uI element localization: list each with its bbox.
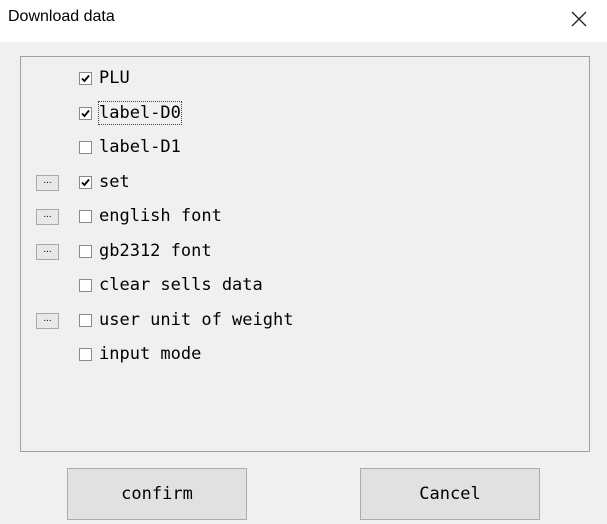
more-options-button[interactable]: ... — [36, 209, 59, 225]
option-label: set — [99, 171, 130, 192]
more-options-button[interactable]: ... — [36, 174, 59, 191]
option-checkbox[interactable] — [79, 279, 92, 292]
option-checkbox[interactable] — [79, 106, 92, 120]
list-item: ... english font — [21, 202, 581, 232]
option-checkbox[interactable] — [79, 141, 92, 154]
option-label: user unit of weight — [99, 309, 294, 330]
option-label: label-D1 — [99, 137, 181, 157]
list-item: PLU — [21, 64, 581, 94]
option-label: input mode — [99, 344, 202, 364]
option-label: label-D0 — [98, 100, 182, 125]
options-list: PLU label-D0 label-D1... set... english font… — [20, 56, 590, 452]
option-label: english font — [99, 206, 222, 226]
option-label: PLU — [99, 68, 130, 88]
option-checkbox[interactable] — [79, 348, 92, 361]
list-item: ... gb2312 font — [21, 237, 581, 267]
option-checkbox[interactable] — [79, 72, 92, 85]
list-item: clear sells data — [21, 271, 581, 301]
dialog-title: Download data — [8, 8, 115, 25]
list-item: ... set — [21, 168, 581, 198]
dialog-body: PLU label-D0 label-D1... set... english font… — [0, 42, 607, 524]
close-icon — [570, 10, 588, 33]
option-label: gb2312 font — [99, 240, 212, 261]
option-checkbox[interactable] — [79, 244, 92, 258]
cancel-button[interactable]: Cancel — [360, 468, 540, 520]
list-item: input mode — [21, 340, 581, 370]
confirm-button[interactable]: confirm — [67, 468, 247, 520]
list-item: label-D0 — [21, 99, 581, 129]
option-checkbox[interactable] — [79, 313, 92, 327]
option-checkbox[interactable] — [79, 175, 92, 189]
close-button[interactable] — [562, 4, 596, 38]
list-item: label-D1 — [21, 133, 581, 163]
more-options-button[interactable]: ... — [36, 312, 59, 329]
option-label: clear sells data — [99, 275, 263, 295]
list-item: ... user unit of weight — [21, 306, 581, 336]
more-options-button[interactable]: ... — [36, 243, 59, 260]
option-checkbox[interactable] — [79, 210, 92, 223]
